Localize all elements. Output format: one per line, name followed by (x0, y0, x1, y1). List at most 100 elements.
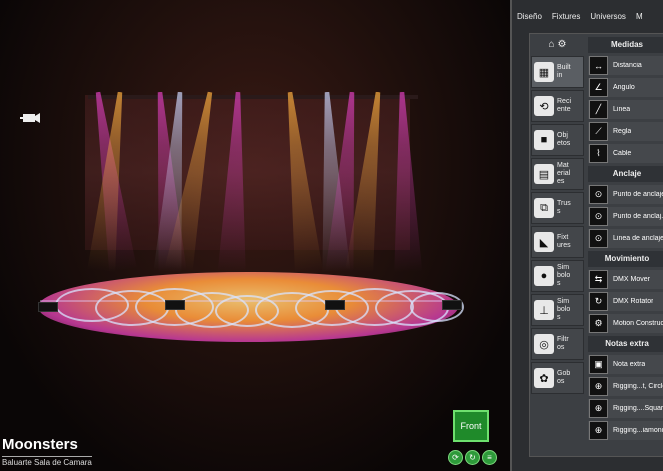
camera-icon[interactable] (20, 112, 40, 124)
tool-item[interactable]: ↔ Distancia (588, 56, 663, 75)
tool-label: Linea de anclaje (613, 235, 663, 242)
category-item[interactable]: ⟲ Reciente (531, 90, 584, 122)
brick-icon: ▤ (534, 164, 554, 184)
tool-label: Punto de anclaje (613, 191, 663, 198)
floor-fixture[interactable] (38, 302, 58, 312)
tool-item[interactable]: ⊕ Rigging....Square (588, 399, 663, 418)
category-label: Reciente (557, 98, 572, 113)
floor-fixture[interactable] (442, 300, 462, 310)
project-title: Moonsters (2, 436, 78, 453)
tool-icon: ⊕ (589, 421, 608, 440)
grid-icon: ▦ (534, 62, 554, 82)
spotlight-icon: ◣ (534, 232, 554, 252)
category-list: ⌂ ⚙ ▦ Built in ⟲ Reciente ■ Objetos ▤ Materiale… (531, 34, 584, 454)
tool-list: Medidas ↔ Distancia ∠ Angulo ╱ Linea ⟋ Regla ⌇ Cab… (588, 34, 663, 454)
history-icon: ⟲ (534, 96, 554, 116)
floor-fixture[interactable] (165, 300, 185, 310)
tool-label: Distancia (613, 62, 642, 69)
tool-item[interactable]: ⌇ Cable (588, 144, 663, 163)
category-label: Fixtures (557, 234, 571, 249)
tool-icon: ∠ (589, 78, 608, 97)
plumb-icon: ⊥ (534, 300, 554, 320)
section-title: Medidas (588, 37, 663, 53)
tool-label: Rigging....Square (613, 405, 663, 412)
rotate-icon[interactable]: ↻ (465, 450, 480, 465)
category-item[interactable]: ▦ Built in (531, 56, 584, 88)
truss-icon: ⧉ (534, 198, 554, 218)
cube-icon: ■ (534, 130, 554, 150)
category-item[interactable]: ▤ Materiales (531, 158, 584, 190)
category-item[interactable]: ◣ Fixtures (531, 226, 584, 258)
tool-icon: ▣ (589, 355, 608, 374)
library-panel: Diseño Fixtures Universos M ⌂ ⚙ ▦ Built in ⟲ R… (510, 0, 663, 471)
tab-0[interactable]: Diseño (512, 9, 547, 27)
tool-label: DMX Mover (613, 276, 650, 283)
tool-label: Angulo (613, 84, 635, 91)
tool-item[interactable]: ⊙ Linea de anclaje (588, 229, 663, 248)
tool-item[interactable]: ⊙ Punto de anclaje (588, 185, 663, 204)
refresh-icon[interactable]: ⟳ (448, 450, 463, 465)
tab-2[interactable]: Universos (585, 9, 631, 27)
tool-item[interactable]: ⊙ Punto de anclaj... (588, 207, 663, 226)
tool-icon: ⌇ (589, 144, 608, 163)
tool-item[interactable]: ⚙ Motion Construct (588, 314, 663, 333)
tool-item[interactable]: ⊕ Rigging...iamond (588, 421, 663, 440)
tool-icon: ⊕ (589, 399, 608, 418)
tool-icon: ⊙ (589, 207, 608, 226)
front-view-button[interactable]: Front (453, 410, 489, 442)
tool-icon: ⊙ (589, 229, 608, 248)
tool-item[interactable]: ⊕ Rigging...t, Circle (588, 377, 663, 396)
lighting-truss (88, 95, 418, 99)
tool-icon: ⊙ (589, 185, 608, 204)
tool-label: Cable (613, 150, 632, 157)
tool-label: Linea (613, 106, 631, 113)
tab-1[interactable]: Fixtures (547, 9, 585, 27)
category-label: Filtros (557, 336, 569, 351)
section-title: Movimiento (588, 251, 663, 267)
3d-viewport[interactable]: Moonsters Baluarte Sala de Camara Front … (0, 0, 510, 471)
home-icon[interactable]: ⌂ (548, 39, 554, 50)
category-item[interactable]: ✿ Gobos (531, 362, 584, 394)
tool-icon: ⚙ (589, 314, 608, 333)
floor-fixture[interactable] (325, 300, 345, 310)
tool-label: Rigging...iamond (613, 427, 663, 434)
tool-label: Nota extra (613, 361, 646, 368)
section-title: Anclaje (588, 166, 663, 182)
tool-item[interactable]: ╱ Linea (588, 100, 663, 119)
gear-icon[interactable]: ⚙ (558, 39, 567, 50)
tool-icon: ⟋ (589, 122, 608, 141)
tool-icon: ↔ (589, 56, 608, 75)
category-label: Simbolos (557, 298, 571, 321)
category-label: Objetos (557, 132, 571, 147)
category-label: Simbolos (557, 264, 571, 287)
section-title: Notas extra (588, 336, 663, 352)
category-item[interactable]: ■ Objetos (531, 124, 584, 156)
category-item[interactable]: ◎ Filtros (531, 328, 584, 360)
circle-icon: ● (534, 266, 554, 286)
tool-label: Motion Construct (613, 320, 663, 327)
project-venue: Baluarte Sala de Camara (2, 456, 92, 467)
menu-icon[interactable]: ≡ (482, 450, 497, 465)
tool-item[interactable]: ∠ Angulo (588, 78, 663, 97)
tool-item[interactable]: ⟋ Regla (588, 122, 663, 141)
category-item[interactable]: ⊥ Simbolos (531, 294, 584, 326)
category-label: Truss (557, 200, 571, 215)
tool-label: Rigging...t, Circle (613, 383, 663, 390)
category-label: Gobos (557, 370, 571, 385)
tool-icon: ╱ (589, 100, 608, 119)
filter-icon: ◎ (534, 334, 554, 354)
category-item[interactable]: ● Simbolos (531, 260, 584, 292)
tool-item[interactable]: ⇆ DMX Mover (588, 270, 663, 289)
gobo-icon: ✿ (534, 368, 554, 388)
category-label: Built in (557, 64, 571, 79)
tool-label: Regla (613, 128, 632, 135)
tool-item[interactable]: ▣ Nota extra (588, 355, 663, 374)
category-header: ⌂ ⚙ (531, 34, 584, 54)
tool-label: Punto de anclaj... (613, 213, 663, 220)
tool-item[interactable]: ↻ DMX Rotator (588, 292, 663, 311)
tool-label: DMX Rotator (613, 298, 654, 305)
tool-icon: ⇆ (589, 270, 608, 289)
tab-3[interactable]: M (631, 9, 648, 27)
panel-tabs: Diseño Fixtures Universos M (512, 9, 663, 27)
category-item[interactable]: ⧉ Truss (531, 192, 584, 224)
